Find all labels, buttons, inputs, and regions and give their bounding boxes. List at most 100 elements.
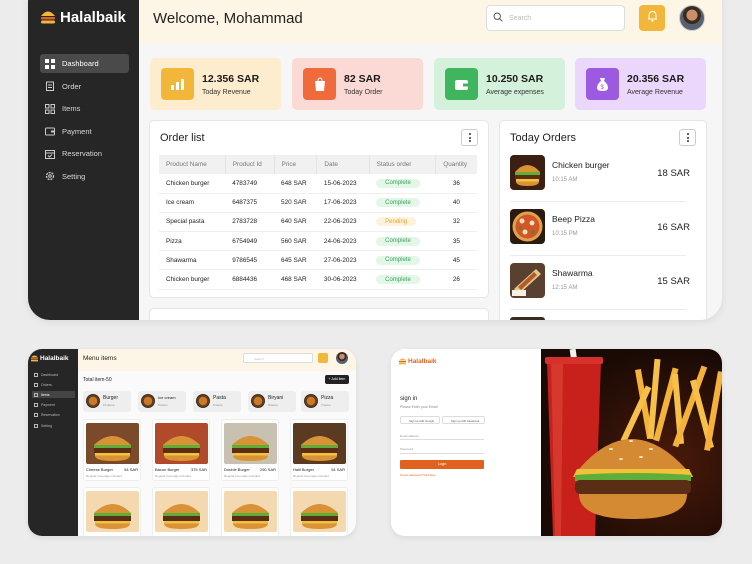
- menu-item-card[interactable]: Halli Burger 54 SAR Regular beverage inclu…: [290, 419, 348, 481]
- bell-icon: [647, 9, 658, 27]
- column-header[interactable]: Product Id: [224, 155, 275, 174]
- brand-name: Halalbaik: [40, 354, 69, 362]
- menu-item-card[interactable]: Bacon Burger 375 SAR Regular beverage incl…: [152, 419, 210, 481]
- category-pasta[interactable]: Pasta 5 items: [193, 391, 241, 412]
- search-input[interactable]: Search: [486, 5, 625, 31]
- login-screen: Halalbaik sign in Please Enter your Emai…: [391, 349, 722, 536]
- kebab-dot-icon: [686, 136, 689, 139]
- login-brand-logo: Halalbaik: [399, 357, 437, 365]
- menu-items-screen: Halalbaik Dashboard Orders Items Payment…: [28, 349, 356, 536]
- mini-nav-items[interactable]: Items: [32, 391, 75, 398]
- fries-icon: [620, 358, 722, 451]
- menu-item-price: 250 SAR: [259, 467, 276, 472]
- sidebar-item-reservation[interactable]: Reservation: [40, 144, 129, 163]
- panel-title: Order list: [160, 132, 205, 144]
- menu-item-note: Regular beverage included: [86, 474, 122, 478]
- wallet-icon: [445, 68, 478, 100]
- clipboard-icon: [45, 81, 55, 91]
- google-label: Sign up with Google: [409, 419, 435, 423]
- more-options-button[interactable]: [461, 129, 478, 146]
- more-options-button[interactable]: [679, 129, 696, 146]
- google-signup-button[interactable]: Sign up with Google: [400, 416, 440, 424]
- next-order-image: [510, 317, 545, 320]
- status-badge: Complete: [376, 178, 420, 188]
- table-row[interactable]: Special pasta 2783728 640 SAR 22-06-2023 Pen…: [159, 212, 477, 233]
- table-row[interactable]: Shawarma 9786545 645 SAR 27-06-2023 Complete…: [159, 250, 477, 271]
- sidebar-item-dashboard[interactable]: Dashboard: [40, 54, 129, 73]
- menu-item-card[interactable]: [152, 487, 210, 536]
- brand-name: Halalbaik: [408, 357, 437, 365]
- sidebar-item-items[interactable]: Items: [40, 99, 129, 118]
- column-header[interactable]: Date: [316, 155, 370, 174]
- column-header[interactable]: Price: [273, 155, 317, 174]
- mini-nav-setting[interactable]: Setting: [32, 422, 75, 429]
- mini-nav-dashboard[interactable]: Dashboard: [32, 371, 75, 378]
- today-order-item[interactable]: Chicken burger 10:15 AM 18 SAR: [510, 155, 696, 193]
- facebook-signup-button[interactable]: Sign up with Facebook: [442, 416, 485, 424]
- password-field[interactable]: [400, 453, 484, 454]
- sidebar-item-label: Reservation: [62, 149, 103, 158]
- today-order-item[interactable]: Shawarma 12:15 AM 15 SAR: [510, 263, 696, 301]
- table-row[interactable]: Ice cream 6487375 520 SAR 17-06-2023 Complet…: [159, 193, 477, 213]
- grid-icon: [34, 372, 38, 377]
- sidebar-item-setting[interactable]: Setting: [40, 167, 129, 186]
- sidebar-item-order[interactable]: Order: [40, 77, 129, 96]
- mini-nav-label: Setting: [41, 423, 52, 428]
- sidebar-item-label: Payment: [62, 126, 92, 136]
- burger-image: [510, 155, 545, 190]
- notification-button[interactable]: [639, 5, 665, 31]
- quantity-cell: 26: [435, 269, 477, 290]
- category-count: 6 items: [158, 403, 168, 407]
- category-ice-cream[interactable]: Ice cream 6 items: [138, 391, 186, 412]
- table-row[interactable]: Chicken burger 6884436 468 SAR 30-06-2023 Co…: [159, 269, 477, 290]
- menu-item-image: [293, 423, 346, 464]
- divider: [510, 309, 686, 310]
- menu-item-price: 375 SAR: [190, 467, 207, 472]
- mini-nav-reservation[interactable]: Reservation: [32, 411, 75, 418]
- menu-item-image: [293, 491, 346, 532]
- menu-item-card[interactable]: [83, 487, 141, 536]
- stat-label: Average Revenue: [627, 88, 683, 96]
- avatar[interactable]: [336, 352, 348, 364]
- menu-item-card[interactable]: Double Burger 250 SAR Regular beverage inc…: [221, 419, 279, 481]
- mini-nav-label: Orders: [41, 382, 52, 387]
- menu-item-price: 54 SAR: [331, 467, 345, 472]
- add-item-button[interactable]: + Add item: [325, 375, 349, 384]
- order-price: 15 SAR: [657, 276, 690, 287]
- brand-logo[interactable]: Halalbaik: [40, 8, 126, 26]
- category-name: Burger: [103, 395, 119, 401]
- avatar[interactable]: [679, 5, 705, 31]
- items-grid-icon: [34, 392, 38, 397]
- menu-item-card[interactable]: [221, 487, 279, 536]
- forgot-password-link[interactable]: Forgot password? Click here: [400, 473, 436, 477]
- column-header[interactable]: Quantity: [435, 155, 477, 174]
- table-row[interactable]: Chicken burger 4783749 648 SAR 15-06-2023 Co…: [159, 174, 477, 194]
- category-burger[interactable]: Burger 10 items: [83, 391, 131, 412]
- mini-nav-orders[interactable]: Orders: [32, 381, 75, 388]
- order-name: Shawarma: [552, 268, 593, 278]
- bell-icon[interactable]: [318, 353, 328, 363]
- mini-brand-logo: Halalbaik: [31, 354, 69, 362]
- today-order-item[interactable]: Beep Pizza 10:15 PM 16 SAR: [510, 209, 696, 247]
- menu-item-image: [224, 491, 277, 532]
- login-button[interactable]: Login: [400, 460, 484, 469]
- column-header[interactable]: Product Name: [159, 155, 226, 174]
- category-biryani[interactable]: Biryani 8 items: [248, 391, 296, 412]
- email-field[interactable]: [400, 439, 484, 440]
- sidebar-item-payment[interactable]: Payment: [40, 122, 129, 141]
- date-cell: 24-06-2023: [316, 231, 370, 252]
- column-header[interactable]: Status order: [368, 155, 436, 174]
- shopping-bag-icon: [303, 68, 336, 100]
- category-pizza[interactable]: Pizza 7 items: [301, 391, 349, 412]
- mini-search-input[interactable]: Search: [243, 353, 313, 363]
- table-row[interactable]: Pizza 6754949 560 SAR 24-06-2023 Complete 35: [159, 231, 477, 252]
- date-cell: 15-06-2023: [316, 174, 370, 194]
- menu-item-image: [155, 491, 208, 532]
- clipboard-icon: [34, 382, 38, 387]
- status-badge: Complete: [376, 236, 420, 246]
- stat-label: Today Order: [344, 88, 383, 96]
- menu-item-card[interactable]: [290, 487, 348, 536]
- stat-card-revenue: 12.356 SAR Today Revenue: [150, 58, 281, 110]
- menu-item-card[interactable]: Cheese Burger 54 SAR Regular beverage incl…: [83, 419, 141, 481]
- mini-nav-payment[interactable]: Payment: [32, 401, 75, 408]
